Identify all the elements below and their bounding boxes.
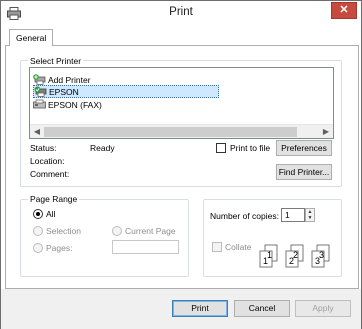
close-icon: ✕ <box>339 4 349 16</box>
scroll-left-icon[interactable]: ◀ <box>31 126 43 138</box>
fax-icon <box>33 99 46 109</box>
spin-down-icon[interactable]: ▼ <box>306 215 314 221</box>
scrollbar-thumb[interactable] <box>44 127 297 137</box>
print-to-file-checkbox[interactable] <box>216 143 226 153</box>
radio-selection-label[interactable]: Selection <box>46 226 81 236</box>
collate-pages-illustration: 1 1 2 2 3 3 <box>259 244 330 268</box>
window-title: Print <box>169 6 193 18</box>
collate-page-number: 2 <box>289 256 294 266</box>
printer-item-epson[interactable]: EPSON <box>33 85 219 98</box>
copies-input[interactable]: 1 <box>281 208 305 222</box>
close-button[interactable]: ✕ <box>331 2 357 19</box>
radio-current-page[interactable] <box>112 226 122 236</box>
print-dialog: Print ✕ General Select Printer Add Print… <box>0 0 362 329</box>
collate-checkbox[interactable] <box>212 242 222 252</box>
title-bar[interactable]: Print ✕ <box>1 1 361 27</box>
printer-name: Add Printer <box>48 74 91 85</box>
add-printer-icon <box>33 74 46 85</box>
location-label: Location: <box>30 156 65 166</box>
radio-selection[interactable] <box>33 226 43 236</box>
tab-general[interactable]: General <box>9 29 54 47</box>
pages-input[interactable] <box>112 240 179 254</box>
apply-button[interactable]: Apply <box>295 300 351 317</box>
radio-selected-dot <box>36 212 40 216</box>
radio-current-page-label[interactable]: Current Page <box>125 226 176 236</box>
printer-list[interactable]: Add Printer EPSON EPSON (FAX) ◀ ▶ <box>29 67 334 139</box>
find-printer-button[interactable]: Find Printer... <box>276 164 332 180</box>
printer-name: EPSON (FAX) <box>48 99 102 110</box>
collate-label[interactable]: Collate <box>225 242 251 252</box>
preferences-button[interactable]: Preferences <box>276 140 332 156</box>
number-of-copies-label: Number of copies: <box>210 211 279 221</box>
collate-page-number: 1 <box>263 256 268 266</box>
collate-page-number: 3 <box>315 256 320 266</box>
radio-all-label[interactable]: All <box>46 209 55 219</box>
copies-spinner[interactable]: ▲ ▼ <box>305 208 315 222</box>
select-printer-legend: Select Printer <box>28 56 84 66</box>
status-value: Ready <box>90 143 115 153</box>
radio-pages-label[interactable]: Pages: <box>46 243 72 253</box>
radio-pages[interactable] <box>33 243 43 253</box>
printer-item-epson-fax[interactable]: EPSON (FAX) <box>33 98 102 111</box>
cancel-button[interactable]: Cancel <box>234 300 290 317</box>
comment-label: Comment: <box>30 169 70 179</box>
printer-default-icon <box>34 86 47 97</box>
status-label: Status: <box>30 143 57 153</box>
scroll-right-icon[interactable]: ▶ <box>320 126 332 138</box>
print-to-file-label[interactable]: Print to file <box>230 143 270 153</box>
printer-name: EPSON <box>49 86 79 97</box>
print-button[interactable]: Print <box>172 300 228 317</box>
horizontal-scrollbar[interactable]: ◀ ▶ <box>30 124 333 138</box>
page-range-legend: Page Range <box>28 194 80 204</box>
dialog-footer: Print Cancel Apply <box>1 289 361 329</box>
tab-strip: General <box>5 28 359 47</box>
radio-all[interactable] <box>33 209 43 219</box>
